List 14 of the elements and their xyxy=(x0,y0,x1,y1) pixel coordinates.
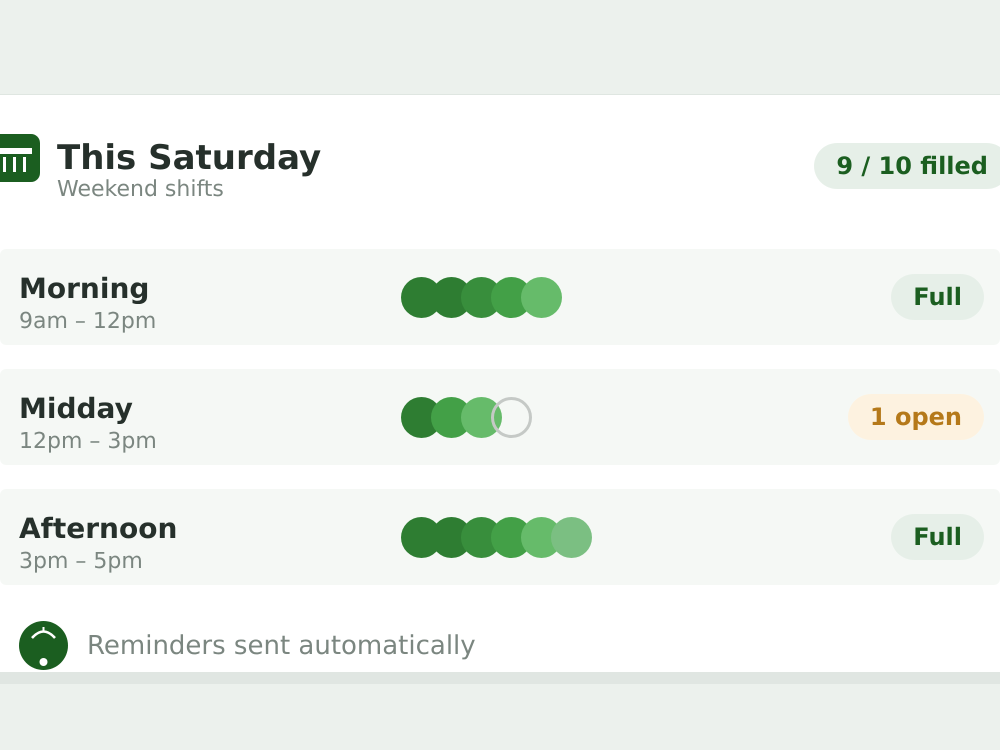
shift-name: Midday xyxy=(19,392,134,424)
card-title: This Saturday xyxy=(57,139,322,177)
shift-name: Afternoon xyxy=(19,512,178,544)
status-pill: Full xyxy=(891,514,984,560)
status-pill: 1 open xyxy=(848,394,984,440)
status-pill: Full xyxy=(891,274,984,320)
shift-time: 3pm – 5pm xyxy=(19,548,144,576)
footer-note: Reminders sent automatically xyxy=(87,630,476,660)
shift-time: 9am – 12pm xyxy=(19,308,158,336)
filled-count-pill: 9 / 10 filled xyxy=(814,143,1000,189)
bell-icon xyxy=(19,621,68,670)
shift-time: 12pm – 3pm xyxy=(19,428,158,456)
card-subtitle: Weekend shifts xyxy=(57,177,225,203)
shift-name: Morning xyxy=(19,272,150,304)
